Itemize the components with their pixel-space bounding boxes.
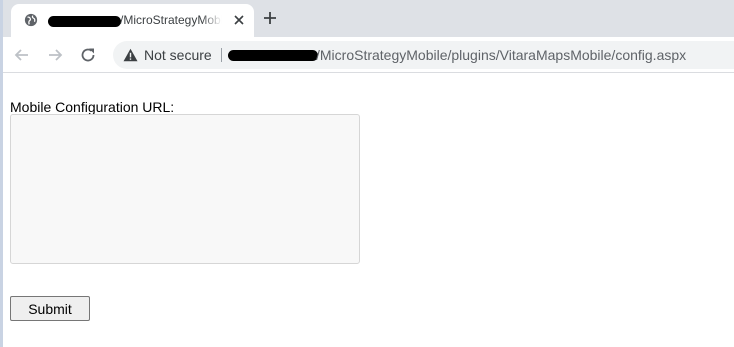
security-status[interactable]: Not secure <box>144 47 212 63</box>
redacted-host <box>48 16 121 27</box>
browser-tab-active[interactable]: /MicroStrategyMobi <box>11 4 254 37</box>
tab-title: /MicroStrategyMobi <box>120 13 222 27</box>
close-icon[interactable] <box>233 14 245 26</box>
redacted-host <box>228 50 318 61</box>
reload-icon[interactable] <box>79 46 97 64</box>
arrow-left-icon[interactable] <box>13 46 31 64</box>
url-path: /MicroStrategyMobile/plugins/VitaraMapsM… <box>316 47 687 63</box>
address-bar[interactable]: Not secure /MicroStrategyMobile/plugins/… <box>113 41 734 69</box>
submit-button[interactable]: Submit <box>10 296 90 321</box>
tab-strip: /MicroStrategyMobi <box>3 0 734 37</box>
warning-icon[interactable] <box>123 48 138 62</box>
arrow-right-icon[interactable] <box>46 46 64 64</box>
config-url-textarea[interactable] <box>10 114 360 264</box>
omnibox-divider <box>221 48 222 62</box>
browser-toolbar: Not secure /MicroStrategyMobile/plugins/… <box>3 37 734 73</box>
globe-icon <box>24 13 38 27</box>
plus-icon[interactable] <box>263 11 277 25</box>
page-content: Mobile Configuration URL: Submit <box>3 74 734 347</box>
config-url-label: Mobile Configuration URL: <box>10 99 175 115</box>
